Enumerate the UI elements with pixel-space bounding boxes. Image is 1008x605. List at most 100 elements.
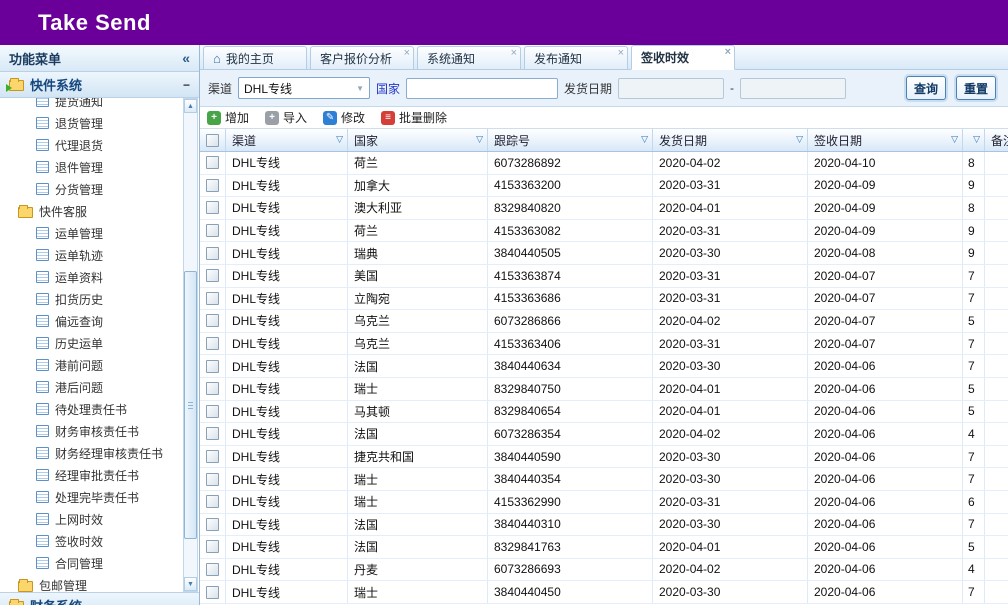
table-row[interactable]: DHL专线荷兰60732868922020-04-022020-04-108 (200, 152, 1008, 175)
table-row[interactable]: DHL专线捷克共和国38404405902020-03-302020-04-06… (200, 446, 1008, 469)
channel-dropdown[interactable]: DHL专线 ▼ (238, 77, 370, 99)
sidebar-item-合同管理[interactable]: 合同管理 (0, 552, 199, 574)
table-row[interactable]: DHL专线美国41533638742020-03-312020-04-077 (200, 265, 1008, 288)
table-row[interactable]: DHL专线瑞士83298407502020-04-012020-04-065 (200, 378, 1008, 401)
table-row[interactable]: DHL专线法国60732863542020-04-022020-04-064 (200, 423, 1008, 446)
tab-签收时效[interactable]: 签收时效 × (631, 45, 735, 70)
select-all-checkbox[interactable] (206, 134, 219, 147)
table-row[interactable]: DHL专线法国38404406342020-03-302020-04-067 (200, 355, 1008, 378)
sidebar-item-财务经理审核责任书[interactable]: 财务经理审核责任书 (0, 442, 199, 464)
column-header-签收日期[interactable]: 签收日期 ▽ (808, 129, 963, 151)
row-checkbox[interactable] (206, 382, 219, 395)
row-checkbox[interactable] (206, 405, 219, 418)
reset-button[interactable]: 重置 (956, 76, 996, 100)
date-from-input[interactable] (618, 78, 724, 99)
row-checkbox[interactable] (206, 269, 219, 282)
table-row[interactable]: DHL专线乌克兰41533634062020-03-312020-04-077 (200, 333, 1008, 356)
toolbar-button-批量删除[interactable]: ≡ 批量删除 (381, 109, 447, 126)
collapse-section-icon[interactable]: − (183, 78, 190, 92)
tab-close-icon[interactable]: × (511, 48, 517, 58)
sidebar-section-express-system[interactable]: 快件系统 − (0, 72, 199, 98)
column-header-渠道[interactable]: 渠道 ▽ (226, 129, 348, 151)
tab-系统通知[interactable]: 系统通知 × (417, 46, 521, 69)
date-to-input[interactable] (740, 78, 846, 99)
row-checkbox[interactable] (206, 586, 219, 599)
row-checkbox[interactable] (206, 247, 219, 260)
sidebar-item-运单轨迹[interactable]: 运单轨迹 (0, 244, 199, 266)
sidebar-item-提货通知[interactable]: 提货通知 (0, 98, 199, 112)
column-header-days[interactable]: ▽ (963, 129, 985, 151)
row-checkbox[interactable] (206, 292, 219, 305)
row-checkbox[interactable] (206, 179, 219, 192)
table-row[interactable]: DHL专线法国38404403102020-03-302020-04-067 (200, 514, 1008, 537)
row-checkbox[interactable] (206, 201, 219, 214)
sidebar-item-偏远查询[interactable]: 偏远查询 (0, 310, 199, 332)
table-row[interactable]: DHL专线马其顿83298406542020-04-012020-04-065 (200, 401, 1008, 424)
row-checkbox[interactable] (206, 563, 219, 576)
row-checkbox[interactable] (206, 473, 219, 486)
column-filter-icon[interactable]: ▽ (476, 135, 483, 144)
search-button[interactable]: 查询 (906, 76, 946, 100)
sidebar-item-退件管理[interactable]: 退件管理 (0, 156, 199, 178)
table-row[interactable]: DHL专线瑞士38404403542020-03-302020-04-067 (200, 468, 1008, 491)
sidebar-item-退货管理[interactable]: 退货管理 (0, 112, 199, 134)
row-checkbox[interactable] (206, 518, 219, 531)
sidebar-item-处理完毕责任书[interactable]: 处理完毕责任书 (0, 486, 199, 508)
tab-客户报价分析[interactable]: 客户报价分析 × (310, 46, 414, 69)
tab-close-icon[interactable]: × (618, 48, 624, 58)
toolbar-button-修改[interactable]: ✎ 修改 (323, 109, 365, 126)
tab-close-icon[interactable]: × (725, 47, 731, 57)
row-checkbox[interactable] (206, 156, 219, 169)
sidebar-item-包邮管理[interactable]: 包邮管理 (0, 574, 199, 592)
toolbar-button-增加[interactable]: + 增加 (207, 109, 249, 126)
table-row[interactable]: DHL专线澳大利亚83298408202020-04-012020-04-098 (200, 197, 1008, 220)
sidebar-item-扣货历史[interactable]: 扣货历史 (0, 288, 199, 310)
tab-我的主页[interactable]: ⌂ 我的主页 (203, 46, 307, 69)
table-row[interactable]: DHL专线瑞典38404405052020-03-302020-04-089 (200, 242, 1008, 265)
row-checkbox[interactable] (206, 360, 219, 373)
collapse-sidebar-icon[interactable]: « (182, 50, 190, 66)
scroll-down-icon[interactable]: ▼ (184, 577, 197, 591)
row-checkbox[interactable] (206, 224, 219, 237)
sidebar-item-上网时效[interactable]: 上网时效 (0, 508, 199, 530)
country-input[interactable] (406, 78, 558, 99)
sidebar-item-代理退货[interactable]: 代理退货 (0, 134, 199, 156)
sidebar-scrollbar[interactable]: ▲ ▼ (183, 98, 198, 592)
column-header-跟踪号[interactable]: 跟踪号 ▽ (488, 129, 653, 151)
tab-发布通知[interactable]: 发布通知 × (524, 46, 628, 69)
sidebar-item-财务审核责任书[interactable]: 财务审核责任书 (0, 420, 199, 442)
column-filter-icon[interactable]: ▽ (796, 135, 803, 144)
scroll-up-icon[interactable]: ▲ (184, 99, 197, 113)
table-row[interactable]: DHL专线加拿大41533632002020-03-312020-04-099 (200, 175, 1008, 198)
sidebar-item-快件客服[interactable]: 快件客服 (0, 200, 199, 222)
row-checkbox[interactable] (206, 314, 219, 327)
sidebar-item-运单资料[interactable]: 运单资料 (0, 266, 199, 288)
table-row[interactable]: DHL专线丹麦60732866932020-04-022020-04-064 (200, 559, 1008, 582)
column-filter-icon[interactable]: ▽ (973, 135, 980, 144)
row-checkbox[interactable] (206, 337, 219, 350)
table-row[interactable]: DHL专线荷兰41533630822020-03-312020-04-099 (200, 220, 1008, 243)
sidebar-item-历史运单[interactable]: 历史运单 (0, 332, 199, 354)
row-checkbox[interactable] (206, 540, 219, 553)
column-filter-icon[interactable]: ▽ (951, 135, 958, 144)
sidebar-item-签收时效[interactable]: 签收时效 (0, 530, 199, 552)
column-header-备注[interactable]: 备注 (985, 129, 1008, 151)
toolbar-button-导入[interactable]: + 导入 (265, 109, 307, 126)
sidebar-item-港后问题[interactable]: 港后问题 (0, 376, 199, 398)
column-header-发货日期[interactable]: 发货日期 ▽ (653, 129, 808, 151)
sidebar-item-运单管理[interactable]: 运单管理 (0, 222, 199, 244)
column-filter-icon[interactable]: ▽ (641, 135, 648, 144)
sidebar-item-分货管理[interactable]: 分货管理 (0, 178, 199, 200)
table-row[interactable]: DHL专线瑞士38404404502020-03-302020-04-067 (200, 581, 1008, 604)
row-checkbox[interactable] (206, 450, 219, 463)
row-checkbox[interactable] (206, 427, 219, 440)
tab-close-icon[interactable]: × (404, 48, 410, 58)
table-row[interactable]: DHL专线乌克兰60732868662020-04-022020-04-075 (200, 310, 1008, 333)
table-row[interactable]: DHL专线法国83298417632020-04-012020-04-065 (200, 536, 1008, 559)
sidebar-section-finance-system[interactable]: 财务系统 (0, 592, 199, 605)
row-checkbox[interactable] (206, 495, 219, 508)
sidebar-item-经理审批责任书[interactable]: 经理审批责任书 (0, 464, 199, 486)
table-row[interactable]: DHL专线瑞士41533629902020-03-312020-04-066 (200, 491, 1008, 514)
column-filter-icon[interactable]: ▽ (336, 135, 343, 144)
scrollbar-thumb[interactable] (184, 271, 197, 539)
